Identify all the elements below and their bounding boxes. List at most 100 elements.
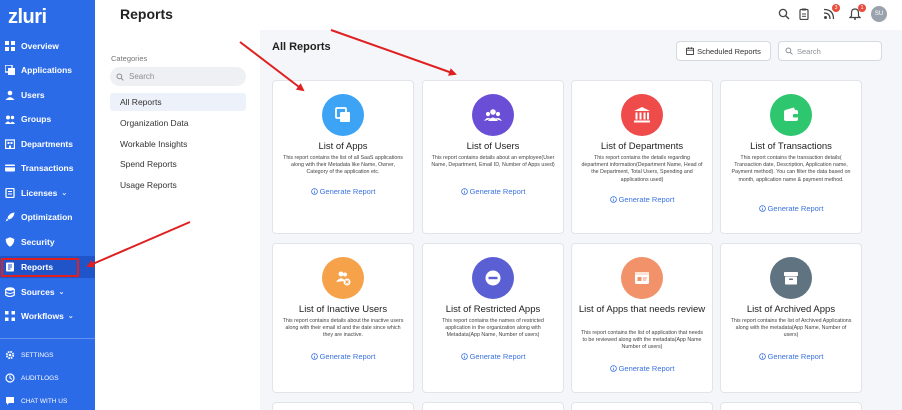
zluri-logo[interactable]: zluri [8,6,47,29]
categories-panel: Categories Search All Reports Organizati… [96,30,260,410]
report-card-list-of-archived-apps[interactable]: List of Archived Apps This report contai… [720,243,862,393]
section-title: All Reports [272,41,331,53]
review-icon [621,257,663,299]
sidebar-item-departments[interactable]: Departments [0,133,95,155]
updates-icon[interactable]: 3 [822,4,840,21]
generate-report-label: Generate Report [618,364,675,373]
report-card-list-of-inactive-users[interactable]: List of Inactive Users This report conta… [272,243,414,393]
restricted-icon [472,257,514,299]
sidebar-item-label: Users [21,90,45,100]
generate-report-label: Generate Report [319,187,376,196]
updates-badge: 3 [832,4,840,12]
generate-report-link[interactable]: Generate Report [423,187,563,196]
sidebar-item-groups[interactable]: Groups [0,108,95,130]
info-icon [460,353,468,360]
sidebar-item-overview[interactable]: Overview [0,35,95,57]
inactive-users-icon [322,257,364,299]
notifications-badge: 1 [858,4,866,12]
generate-report-link[interactable]: Generate Report [572,364,712,373]
categories-search-input[interactable]: Search [110,67,246,86]
workflow-icon [5,311,15,321]
card-title: List of Apps [318,141,368,152]
sidebar-item-label: Sources [21,287,55,297]
report-card-list-of-apps[interactable]: List of Apps This report contains the li… [272,80,414,234]
card-description: This report contains details about an em… [431,155,555,169]
report-card-partial [272,402,414,410]
sidebar-item-label: Optimization [21,212,73,222]
sidebar-item-label: SETTINGS [21,351,54,359]
sidebar-item-label: Applications [21,65,73,75]
sidebar-item-auditlogs[interactable]: AUDITLOGS [0,367,95,389]
avatar[interactable]: SU [871,6,887,22]
generate-report-link[interactable]: Generate Report [273,352,413,361]
audit-icon [5,373,15,383]
sidebar-item-licenses[interactable]: Licenses ⌄ [0,182,95,204]
category-usage-reports[interactable]: Usage Reports [110,176,246,194]
report-card-list-of-restricted-apps[interactable]: List of Restricted Apps This report cont… [422,243,564,393]
search-icon[interactable] [777,7,791,21]
license-icon [5,188,15,198]
reports-highlight-box [1,258,79,277]
calendar-icon [686,47,695,55]
sidebar-item-workflows[interactable]: Workflows ⌄ [0,305,95,327]
category-spend-reports[interactable]: Spend Reports [110,155,246,173]
generate-report-label: Generate Report [767,352,824,361]
departments-icon [5,139,15,149]
sidebar-item-label: Security [21,237,55,247]
sidebar-item-label: Overview [21,41,59,51]
archive-icon [770,257,812,299]
card-description: This report contains details about the i… [282,318,404,339]
report-card-list-of-transactions[interactable]: List of Transactions This report contain… [720,80,862,234]
card-title: List of Restricted Apps [445,304,541,315]
generate-report-link[interactable]: Generate Report [423,352,563,361]
sidebar-item-transactions[interactable]: Transactions [0,157,95,179]
logo-text: zluri [8,6,47,28]
sidebar-item-sources[interactable]: Sources ⌄ [0,281,95,303]
search-placeholder: Search [797,46,821,56]
sidebar-item-users[interactable]: Users [0,84,95,106]
card-title: List of Departments [600,141,684,152]
shield-icon [5,237,15,247]
clipboard-icon[interactable] [797,7,811,21]
card-description: This report contains the transaction det… [731,155,851,183]
bell-icon[interactable]: 1 [848,4,866,21]
sidebar-item-security[interactable]: Security [0,231,95,253]
wallet-icon [770,94,812,136]
generate-report-link[interactable]: Generate Report [721,352,861,361]
generate-report-link[interactable]: Generate Report [273,187,413,196]
report-card-list-of-users[interactable]: List of Users This report contains detai… [422,80,564,234]
generate-report-label: Generate Report [767,204,824,213]
generate-report-label: Generate Report [319,352,376,361]
card-description: This report contains the names of restri… [442,318,544,339]
generate-report-link[interactable]: Generate Report [572,195,712,204]
card-description: This report contains the list of all Saa… [283,155,403,176]
info-icon [310,353,318,360]
grid-icon [5,41,15,51]
sidebar-item-chat[interactable]: CHAT WITH US [0,390,95,410]
search-icon [116,72,124,81]
card-description: This report contains the details regardi… [581,155,703,183]
info-icon [609,365,617,372]
apps-icon [5,65,15,75]
info-icon [758,353,766,360]
sidebar-item-label: Licenses [21,188,58,198]
category-all-reports[interactable]: All Reports [110,93,246,111]
report-card-list-of-apps-review[interactable]: List of Apps that needs review This repo… [571,243,713,393]
generate-report-label: Generate Report [469,352,526,361]
category-organization-data[interactable]: Organization Data [110,114,246,132]
generate-report-label: Generate Report [618,195,675,204]
scheduled-reports-button[interactable]: Scheduled Reports [676,41,771,61]
sidebar-item-applications[interactable]: Applications [0,59,95,81]
sidebar-item-settings[interactable]: SETTINGS [0,344,95,366]
user-icon [5,90,15,100]
category-workable-insights[interactable]: Workable Insights [110,135,246,153]
report-card-list-of-departments[interactable]: List of Departments This report contains… [571,80,713,234]
sidebar-item-optimization[interactable]: Optimization [0,206,95,228]
card-title: List of Apps that needs review [578,304,706,315]
card-description: This report contains the list of applica… [580,330,704,351]
reports-search-input[interactable]: Search [778,41,882,61]
gear-icon [5,350,15,360]
search-placeholder: Search [129,72,155,81]
page-title: Reports [120,6,173,22]
generate-report-link[interactable]: Generate Report [721,204,861,213]
